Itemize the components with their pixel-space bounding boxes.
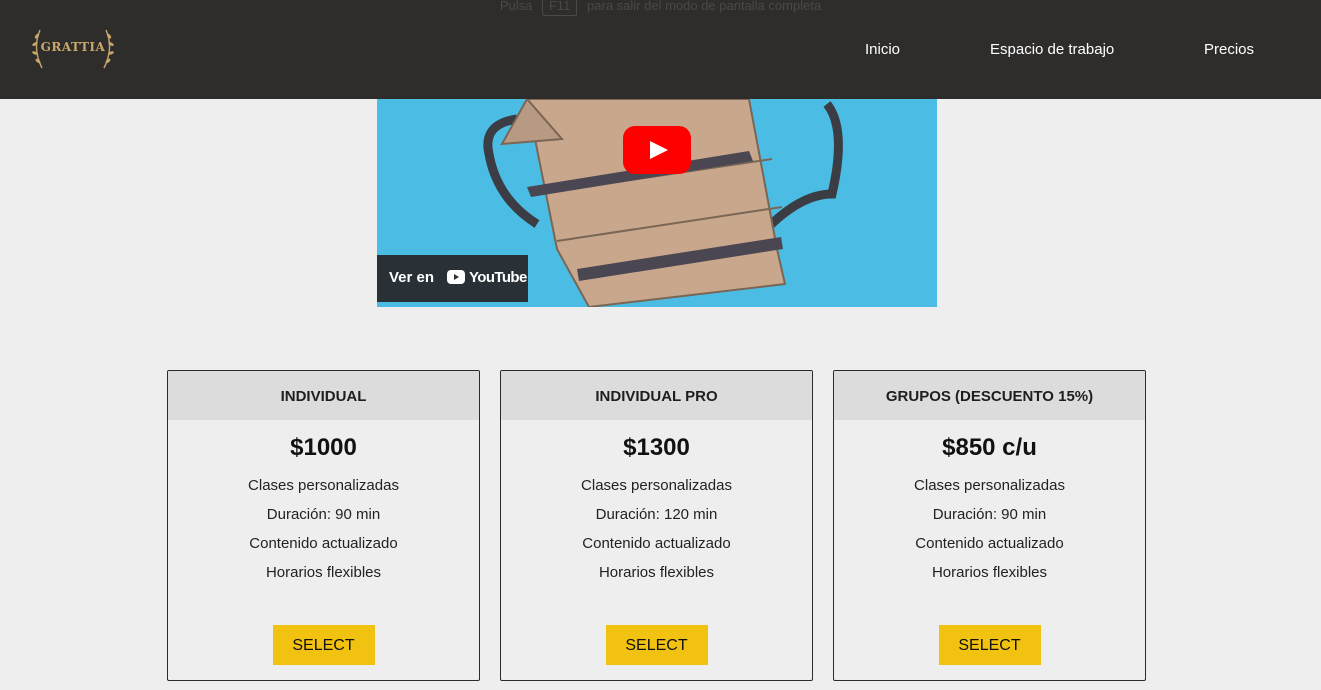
plan-price: $1000 — [290, 434, 357, 461]
youtube-video-embed[interactable]: Ver en YouTube — [377, 99, 937, 307]
nav-precios[interactable]: Precios — [1204, 41, 1254, 58]
plan-price: $1300 — [623, 434, 690, 461]
feature-item: Horarios flexibles — [598, 564, 715, 581]
plan-features: Clases personalizadas Duración: 90 min C… — [168, 476, 479, 592]
plan-title: INDIVIDUAL PRO — [501, 371, 812, 420]
plan-title: GRUPOS (DESCUENTO 15%) — [834, 371, 1145, 420]
fullscreen-hint-after: para salir del modo de pantalla completa — [587, 0, 822, 13]
play-button[interactable] — [623, 126, 691, 174]
select-individual-pro-button[interactable]: SELECT — [605, 625, 708, 665]
plan-price: $850 c/u — [942, 434, 1037, 461]
feature-item: Duración: 90 min — [932, 506, 1047, 523]
feature-item: Horarios flexibles — [265, 564, 382, 581]
watch-on-label: Ver en — [389, 269, 435, 286]
grattia-logo[interactable]: GRATTIA — [30, 26, 116, 72]
plan-features: Clases personalizadas Duración: 90 min C… — [834, 476, 1145, 592]
fullscreen-hint-before: Pulsa — [499, 0, 533, 13]
fullscreen-hint: Pulsa F11 para salir del modo de pantall… — [0, 0, 1321, 16]
feature-item: Duración: 90 min — [266, 506, 381, 523]
nav-espacio-de-trabajo[interactable]: Espacio de trabajo — [990, 41, 1114, 58]
feature-item: Horarios flexibles — [931, 564, 1048, 581]
plan-title: INDIVIDUAL — [168, 371, 479, 420]
f11-key: F11 — [541, 0, 578, 16]
nav-inicio[interactable]: Inicio — [865, 41, 900, 58]
watch-on-youtube-button[interactable]: Ver en YouTube — [377, 255, 528, 302]
plan-card-individual: INDIVIDUAL $1000 Clases personalizadas D… — [167, 370, 480, 681]
feature-item: Clases personalizadas — [581, 477, 732, 494]
feature-item: Clases personalizadas — [914, 477, 1065, 494]
feature-item: Clases personalizadas — [248, 477, 399, 494]
play-icon — [623, 126, 691, 174]
youtube-logo-icon — [447, 270, 465, 284]
select-individual-button[interactable]: SELECT — [272, 625, 375, 665]
feature-item: Contenido actualizado — [249, 535, 398, 552]
youtube-wordmark: YouTube — [469, 269, 527, 286]
plan-card-individual-pro: INDIVIDUAL PRO $1300 Clases personalizad… — [500, 370, 813, 681]
feature-item: Duración: 120 min — [595, 506, 718, 523]
feature-item: Contenido actualizado — [582, 535, 731, 552]
plan-card-grupos: GRUPOS (DESCUENTO 15%) $850 c/u Clases p… — [833, 370, 1146, 681]
feature-item: Contenido actualizado — [915, 535, 1064, 552]
select-grupos-button[interactable]: SELECT — [938, 625, 1041, 665]
logo-text: GRATTIA — [40, 40, 106, 54]
plan-features: Clases personalizadas Duración: 120 min … — [501, 476, 812, 592]
